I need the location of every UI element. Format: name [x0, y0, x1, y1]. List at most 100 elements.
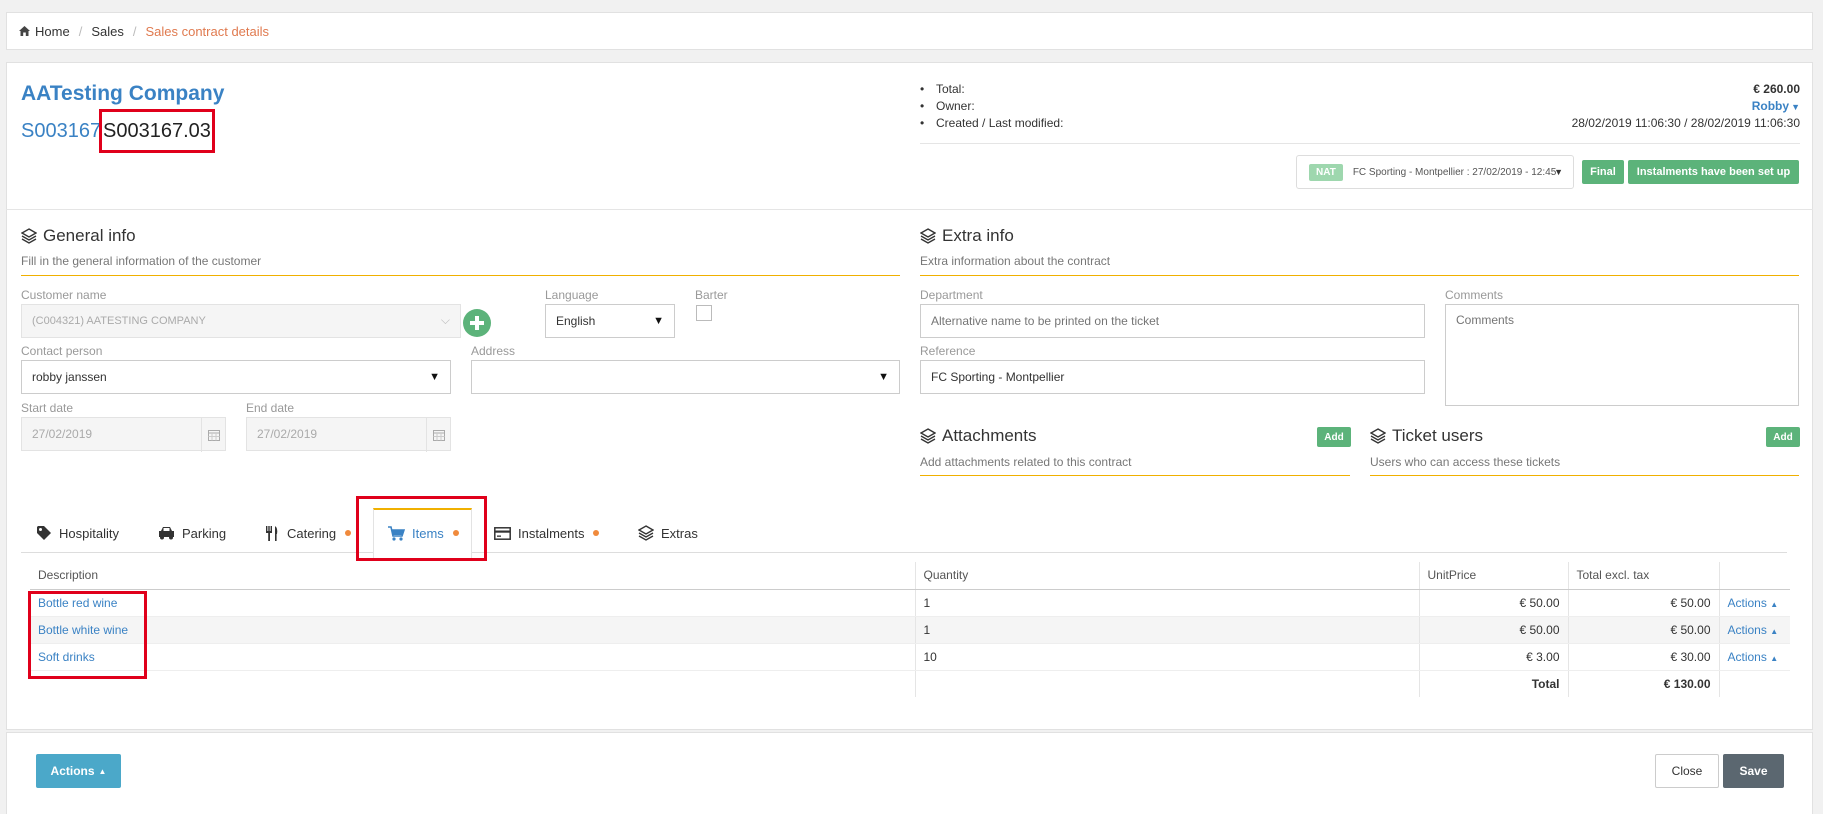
- item-unit-price: € 50.00: [1419, 616, 1569, 644]
- company-name[interactable]: AATesting Company: [21, 82, 224, 106]
- created-value: 28/02/2019 11:06:30 / 28/02/2019 11:06:3…: [1571, 116, 1800, 130]
- calendar-icon[interactable]: [426, 418, 450, 452]
- item-description: Soft drinks: [30, 643, 916, 671]
- col-unit-price[interactable]: UnitPrice: [1419, 562, 1569, 590]
- address-select[interactable]: ▼: [471, 360, 900, 394]
- customer-name-value: (C004321) AATESTING COMPANY: [32, 315, 206, 327]
- table-row: Bottle white wine 1 € 50.00 € 50.00 Acti…: [30, 616, 1790, 644]
- comments-textarea[interactable]: [1445, 304, 1799, 406]
- owner-dropdown[interactable]: Robby ▼: [1752, 99, 1800, 113]
- total-value: € 130.00: [1568, 669, 1720, 697]
- breadcrumb: Home / Sales / Sales contract details: [6, 12, 1813, 50]
- add-ticket-user-button[interactable]: Add: [1766, 427, 1800, 447]
- table-row: Soft drinks 10 € 3.00 € 30.00 Actions ▲: [30, 643, 1790, 671]
- contract-version: S003167.03: [99, 109, 215, 153]
- extra-info-subtitle: Extra information about the contract: [920, 254, 1111, 268]
- department-input[interactable]: [920, 304, 1425, 338]
- barter-checkbox[interactable]: [696, 305, 712, 321]
- breadcrumb-home[interactable]: Home: [35, 24, 70, 39]
- instalments-status-button[interactable]: Instalments have been set up: [1628, 160, 1799, 184]
- highlight-box: [356, 496, 487, 561]
- close-button[interactable]: Close: [1655, 754, 1719, 788]
- table-header-row: Description Quantity UnitPrice Total exc…: [30, 562, 1790, 590]
- start-date-input[interactable]: 27/02/2019: [21, 417, 226, 452]
- caret-down-icon: ▼: [653, 315, 664, 327]
- start-date-value: 27/02/2019: [32, 427, 93, 441]
- end-date-input[interactable]: 27/02/2019: [246, 417, 451, 452]
- table-total-row: Total € 130.00: [30, 669, 1790, 697]
- add-attachment-button[interactable]: Add: [1317, 427, 1351, 447]
- attachments-title: Attachments: [920, 426, 1037, 446]
- ticket-users-subtitle: Users who can access these tickets: [1370, 455, 1561, 469]
- row-actions-dropdown[interactable]: Actions ▲: [1719, 643, 1790, 671]
- tab-parking-label: Parking: [182, 525, 227, 541]
- tab-hospitality[interactable]: Hospitality: [36, 518, 119, 548]
- breadcrumb-sales[interactable]: Sales: [91, 24, 124, 39]
- actions-button[interactable]: Actions ▲: [36, 754, 121, 788]
- contact-person-select[interactable]: robby janssen ▼: [21, 360, 451, 394]
- reference-input[interactable]: FC Sporting - Montpellier: [920, 360, 1425, 394]
- event-text: FC Sporting - Montpellier : 27/02/2019 -…: [1352, 166, 1557, 178]
- tab-instalments[interactable]: Instalments: [494, 518, 600, 548]
- table-row: Bottle red wine 1 € 50.00 € 50.00 Action…: [30, 589, 1790, 617]
- tab-extras[interactable]: Extras: [638, 518, 698, 548]
- department-label: Department: [920, 288, 983, 302]
- item-total: € 50.00: [1568, 616, 1720, 644]
- save-button[interactable]: Save: [1723, 754, 1784, 788]
- row-actions-dropdown[interactable]: Actions ▲: [1719, 589, 1790, 617]
- tabs-divider: [21, 552, 1787, 553]
- item-total: € 50.00: [1568, 589, 1720, 617]
- empty-cell: [30, 669, 916, 697]
- item-unit-price: € 50.00: [1419, 589, 1569, 617]
- caret-down-icon: ▼: [1791, 102, 1800, 112]
- layers-icon: [1370, 428, 1386, 444]
- attachments-label: Attachments: [942, 426, 1037, 445]
- divider: [6, 209, 1813, 210]
- calendar-icon[interactable]: [201, 418, 225, 452]
- calendar-glyph: [207, 430, 220, 441]
- total-value: € 260.00: [1753, 82, 1800, 96]
- final-button[interactable]: Final: [1582, 160, 1624, 184]
- add-customer-button[interactable]: [463, 309, 491, 337]
- highlight-box: [28, 591, 147, 679]
- end-date-label: End date: [246, 401, 295, 415]
- col-total[interactable]: Total excl. tax: [1568, 562, 1720, 590]
- extra-info-title: Extra info: [920, 226, 1014, 246]
- barter-label: Barter: [695, 288, 728, 302]
- home-icon: [19, 26, 30, 36]
- items-table: Description Quantity UnitPrice Total exc…: [30, 562, 1790, 697]
- contract-code[interactable]: S003167: [21, 120, 101, 143]
- language-select[interactable]: English ▼: [545, 304, 675, 338]
- car-icon: [159, 527, 174, 540]
- tab-parking[interactable]: Parking: [158, 518, 226, 548]
- bullet: •: [920, 116, 925, 130]
- total-label: Total:: [936, 82, 965, 96]
- extra-info-label: Extra info: [942, 226, 1014, 245]
- section-underline: [920, 475, 1350, 476]
- credit-card-icon: [494, 526, 511, 540]
- breadcrumb-separator: /: [132, 23, 137, 39]
- general-info-title: General info: [21, 226, 136, 246]
- empty-cell: [915, 669, 1420, 697]
- item-quantity: 10: [915, 643, 1420, 671]
- col-description[interactable]: Description: [30, 562, 916, 590]
- tab-catering[interactable]: Catering: [264, 518, 352, 548]
- item-quantity: 1: [915, 589, 1420, 617]
- tab-catering-label: Catering: [287, 525, 337, 541]
- section-underline: [920, 275, 1799, 276]
- caret-up-icon: ▲: [1770, 599, 1779, 609]
- language-value: English: [556, 314, 596, 328]
- row-actions-label: Actions: [1727, 649, 1767, 664]
- row-actions-dropdown[interactable]: Actions ▲: [1719, 616, 1790, 644]
- owner-label: Owner:: [936, 99, 975, 113]
- caret-up-icon: ▲: [98, 766, 107, 776]
- col-quantity[interactable]: Quantity: [915, 562, 1420, 590]
- caret-down-icon: ▼: [429, 371, 440, 383]
- event-select[interactable]: NAT FC Sporting - Montpellier : 27/02/20…: [1296, 155, 1574, 189]
- caret-up-icon: ▲: [1770, 653, 1779, 663]
- reference-value: FC Sporting - Montpellier: [931, 370, 1065, 384]
- ticket-users-title: Ticket users: [1370, 426, 1483, 446]
- comments-label: Comments: [1445, 288, 1504, 302]
- bullet: •: [920, 99, 925, 113]
- customer-name-select[interactable]: (C004321) AATESTING COMPANY ⌵: [21, 304, 461, 338]
